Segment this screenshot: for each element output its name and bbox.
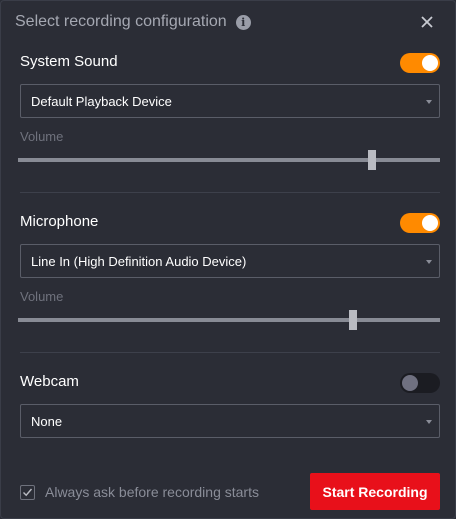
webcam-toggle[interactable] xyxy=(400,373,440,393)
dialog-title: Select recording configuration xyxy=(15,13,227,30)
divider xyxy=(20,192,440,193)
divider xyxy=(20,352,440,353)
microphone-volume-label: Volume xyxy=(20,289,64,304)
system-sound-volume-label: Volume xyxy=(20,129,64,144)
system-sound-volume-slider[interactable] xyxy=(18,150,440,170)
webcam-section: Webcam None xyxy=(20,373,440,443)
microphone-volume-slider[interactable] xyxy=(18,310,440,330)
chevron-down-icon xyxy=(426,420,432,424)
close-icon[interactable] xyxy=(419,14,435,30)
checkmark-icon xyxy=(23,488,33,496)
recording-config-dialog: Select recording configuration i System … xyxy=(0,0,456,519)
slider-track xyxy=(18,318,440,322)
always-ask-checkbox-row[interactable]: Always ask before recording starts xyxy=(20,484,259,500)
always-ask-label: Always ask before recording starts xyxy=(45,484,259,500)
chevron-down-icon xyxy=(426,100,432,104)
system-sound-section: System Sound Default Playback Device Vol… xyxy=(18,53,440,173)
toggle-knob xyxy=(402,375,418,391)
microphone-label: Microphone xyxy=(20,213,99,230)
slider-thumb[interactable] xyxy=(368,150,377,170)
system-sound-device-value: Default Playback Device xyxy=(31,94,172,109)
toggle-knob xyxy=(422,55,438,71)
webcam-device-value: None xyxy=(31,414,63,429)
webcam-label: Webcam xyxy=(20,373,79,390)
system-sound-toggle[interactable] xyxy=(400,53,440,73)
webcam-device-select[interactable]: None xyxy=(20,404,440,438)
system-sound-label: System Sound xyxy=(20,53,118,70)
microphone-device-select[interactable]: Line In (High Definition Audio Device) xyxy=(20,244,440,278)
microphone-device-value: Line In (High Definition Audio Device) xyxy=(31,254,247,269)
slider-thumb[interactable] xyxy=(349,310,358,330)
system-sound-device-select[interactable]: Default Playback Device xyxy=(20,84,440,118)
always-ask-checkbox[interactable] xyxy=(20,484,35,500)
microphone-section: Microphone Line In (High Definition Audi… xyxy=(18,213,440,333)
chevron-down-icon xyxy=(426,260,432,264)
info-icon[interactable]: i xyxy=(235,14,251,30)
microphone-toggle[interactable] xyxy=(400,213,440,233)
dialog-header: Select recording configuration i xyxy=(15,10,445,34)
start-recording-button[interactable]: Start Recording xyxy=(310,473,440,510)
slider-track xyxy=(18,158,440,162)
toggle-knob xyxy=(422,215,438,231)
